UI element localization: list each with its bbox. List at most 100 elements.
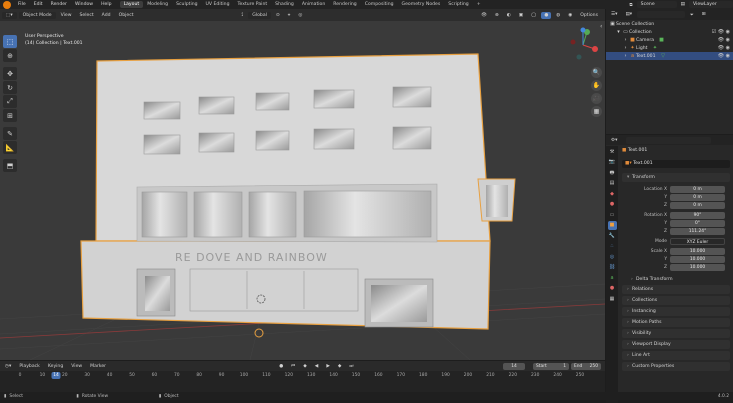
select-box-tool-icon[interactable]: ⬚ [3, 35, 17, 48]
output-tab-icon[interactable]: 🖶 [608, 169, 617, 178]
menu-timeline-view[interactable]: View [68, 363, 85, 370]
rotation-x-field[interactable]: 90° [670, 212, 725, 219]
expand-arrow-icon[interactable]: › [622, 53, 629, 59]
add-workspace-button[interactable]: + [473, 1, 485, 8]
blender-logo-icon[interactable] [3, 0, 11, 9]
scene-collection-row[interactable]: ▣ Scene Collection [606, 20, 733, 28]
editor-type-icon[interactable]: ⬚▾ [2, 11, 17, 19]
rotation-mode-dropdown[interactable]: XYZ Euler [670, 238, 725, 245]
pivot-icon[interactable]: ⊙ [273, 12, 283, 19]
view-layer-selector[interactable]: ViewLayer [689, 1, 733, 8]
measure-tool-icon[interactable]: 📐 [3, 141, 17, 154]
tab-scripting[interactable]: Scripting [444, 1, 472, 8]
play-icon[interactable]: ▶ [323, 363, 333, 370]
panel-motion-paths[interactable]: › Motion Paths [622, 318, 730, 327]
new-collection-icon[interactable]: ⊞ [699, 11, 709, 18]
view-layer-tab-icon[interactable]: ▤ [608, 179, 617, 188]
gizmo-icon[interactable]: ⊕ [492, 12, 502, 19]
transform-tool-icon[interactable]: ⊞ [3, 109, 17, 122]
cursor-tool-icon[interactable]: ⊕ [3, 49, 17, 62]
menu-object[interactable]: Object [116, 12, 137, 19]
panel-collections[interactable]: › Collections [622, 296, 730, 305]
scene-tab-icon[interactable]: ◆ [608, 190, 617, 199]
panel-delta-transform[interactable]: › Delta Transform [626, 275, 730, 284]
collection-tab-icon[interactable]: ▭ [608, 211, 617, 220]
menu-marker[interactable]: Marker [87, 363, 109, 370]
tab-sculpting[interactable]: Sculpting [172, 1, 201, 8]
move-tool-icon[interactable]: ✥ [3, 67, 17, 80]
timeline-ruler[interactable]: 0 10 20 30 40 50 60 70 80 90 100 110 120 130 140 150 160… [0, 372, 605, 381]
expand-arrow-icon[interactable]: › [622, 37, 629, 43]
scale-z-field[interactable]: 10.000 [670, 264, 725, 271]
snap-icon[interactable]: ⌖ [285, 11, 294, 19]
end-frame-field[interactable]: End 250 [571, 362, 601, 370]
row-visibility-icons[interactable]: 👁 ◉ [718, 37, 730, 43]
navigation-gizmo[interactable] [565, 27, 601, 63]
properties-search-input[interactable] [626, 136, 712, 144]
expand-arrow-icon[interactable]: › [622, 45, 629, 51]
overlay-icon[interactable]: ◐ [504, 12, 514, 19]
shading-material-icon[interactable]: ◍ [553, 12, 563, 19]
physics-tab-icon[interactable]: ◎ [608, 253, 617, 262]
camera-view-icon[interactable]: 🎥 [591, 93, 602, 104]
render-tab-icon[interactable]: 📷 [608, 158, 617, 167]
visibility-icon[interactable]: 👁 [478, 12, 490, 19]
menu-add[interactable]: Add [99, 12, 114, 19]
scale-x-field[interactable]: 10.000 [670, 248, 725, 255]
panel-line-art[interactable]: › Line Art [622, 351, 730, 360]
particles-tab-icon[interactable]: ∴ [608, 242, 617, 251]
rotate-tool-icon[interactable]: ↻ [3, 81, 17, 94]
tab-modeling[interactable]: Modeling [143, 1, 172, 8]
rotation-y-field[interactable]: 0° [670, 220, 725, 227]
scale-y-field[interactable]: 10.000 [670, 256, 725, 263]
texture-tab-icon[interactable]: ▦ [608, 295, 617, 304]
shading-wireframe-icon[interactable]: ◯ [528, 12, 539, 19]
object-name-field[interactable]: ■▾ Text.001 [622, 160, 730, 168]
zoom-icon[interactable]: 🔍 [591, 67, 602, 78]
shading-rendered-icon[interactable]: ◉ [565, 12, 575, 19]
menu-window[interactable]: Window [71, 2, 97, 7]
menu-playback[interactable]: Playback [16, 363, 43, 370]
modifier-tab-icon[interactable]: 🔧 [608, 232, 617, 241]
tab-rendering[interactable]: Rendering [329, 1, 360, 8]
perspective-toggle-icon[interactable]: ▦ [591, 106, 602, 117]
display-mode-icon[interactable]: ▤▾ [622, 11, 635, 18]
panel-instancing[interactable]: › Instancing [622, 307, 730, 316]
location-y-field[interactable]: 0 m [670, 194, 725, 201]
rotation-z-field[interactable]: 111.24° [670, 228, 725, 235]
outliner-row-light[interactable]: › ✦ Light ✦ 👁 ◉ [606, 44, 733, 52]
panel-visibility[interactable]: › Visibility [622, 329, 730, 338]
menu-view[interactable]: View [58, 12, 75, 19]
outliner[interactable]: ☰▾ ▤▾ ⏷ ⊞ ▣ Scene Collection ▾ ▭ Collect… [606, 9, 733, 134]
tab-texture-paint[interactable]: Texture Paint [234, 1, 272, 8]
outliner-row-text[interactable]: › a Text.001 ▽ 👁 ◉ [606, 52, 733, 60]
outliner-editor-icon[interactable]: ☰▾ [608, 11, 620, 18]
frame-cursor[interactable]: 14 [51, 372, 61, 379]
tool-tab-icon[interactable]: ⚒ [608, 148, 617, 157]
object-tab-icon[interactable]: ■ [607, 221, 617, 230]
data-tab-icon[interactable]: a [608, 274, 617, 283]
world-tab-icon[interactable]: ● [608, 200, 617, 209]
scene-selector[interactable]: Scene [636, 1, 677, 8]
options-button[interactable]: Options [577, 12, 601, 19]
outliner-row-camera[interactable]: › ■ Camera ■ 👁 ◉ [606, 36, 733, 44]
menu-select[interactable]: Select [77, 12, 97, 19]
menu-render[interactable]: Render [47, 2, 71, 7]
tab-uv-editing[interactable]: UV Editing [202, 1, 234, 8]
filter-icon[interactable]: ⏷ [687, 11, 697, 19]
panel-custom-properties[interactable]: › Custom Properties [622, 362, 730, 371]
jump-start-icon[interactable]: ⏮ [288, 362, 298, 370]
start-frame-field[interactable]: Start 1 [533, 362, 569, 370]
row-visibility-icons[interactable]: ☑ 👁 ◉ [712, 29, 730, 35]
shading-solid-icon[interactable]: ● [541, 11, 552, 19]
pan-hand-icon[interactable]: ✋ [591, 80, 602, 91]
sidebar-toggle-icon[interactable]: ‹ [600, 23, 602, 30]
location-z-field[interactable]: 0 m [670, 202, 725, 209]
tab-shading[interactable]: Shading [271, 1, 298, 8]
xray-icon[interactable]: ▣ [516, 12, 526, 19]
mode-selector[interactable]: Object Mode [18, 11, 56, 19]
panel-viewport-display[interactable]: › Viewport Display [622, 340, 730, 349]
transform-panel-header[interactable]: ▾ Transform [622, 173, 730, 182]
menu-edit[interactable]: Edit [30, 2, 47, 7]
location-x-field[interactable]: 0 m [670, 186, 725, 193]
